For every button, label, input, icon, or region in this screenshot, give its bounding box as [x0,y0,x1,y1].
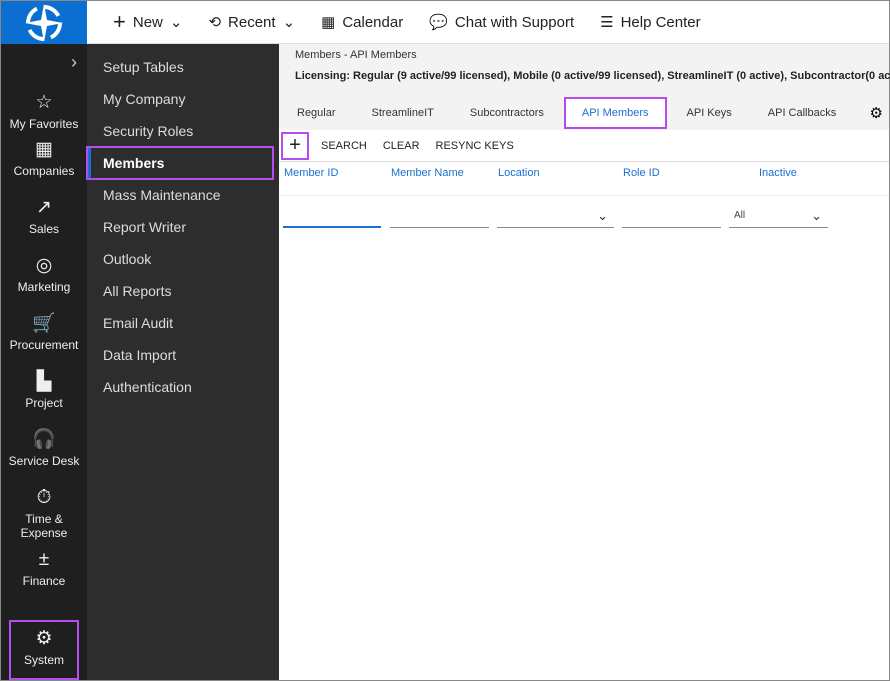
help-label: Help Center [620,13,701,31]
nav-icon: ⏱ [36,487,52,508]
gear-icon[interactable]: ⚙ [870,104,883,122]
nav-sales[interactable]: ↗ Sales [1,197,87,236]
nav-label: My Favorites [9,117,79,131]
nav-label: Time & Expense [20,512,68,540]
calendar-icon: ▦ [321,14,336,31]
nav-label: Companies [13,164,75,178]
tab-api-callbacks[interactable]: API Callbacks [750,97,854,129]
chevron-down-icon: ⌄ [597,208,608,223]
system-submenu: Setup Tables My Company Security Roles Memb… [86,44,279,680]
submenu-data-import[interactable]: Data Import [87,339,279,371]
toolbar: + SEARCH CLEAR RESYNC KEYS [279,130,889,162]
nav-service-desk[interactable]: 🎧 Service Desk [1,429,87,468]
submenu-security-roles[interactable]: Security Roles [87,115,279,147]
nav-label: Service Desk [8,454,80,468]
column-headers: Member ID Member Name Location Role ID I… [279,162,889,196]
submenu-authentication[interactable]: Authentication [87,371,279,403]
nav-icon: ± [38,549,50,570]
nav-icon: 🎧 [32,429,56,450]
tab-bar: Regular StreamlineIT Subcontractors API … [279,96,889,130]
nav-icon: ☆ [35,92,53,113]
role-id-filter[interactable] [622,206,721,228]
tab-api-members[interactable]: API Members [563,97,667,129]
submenu-all-reports[interactable]: All Reports [87,275,279,307]
clear-button[interactable]: CLEAR [383,140,420,152]
chat-support-button[interactable]: 💬 Chat with Support [429,13,575,32]
nav-icon: ▙ [36,371,52,392]
tab-streamlineit[interactable]: StreamlineIT [354,97,452,129]
nav-label: Sales [28,222,60,236]
col-inactive[interactable]: Inactive [759,167,797,179]
calendar-button[interactable]: ▦ Calendar [321,13,404,32]
location-filter[interactable]: ⌄ [497,206,614,228]
history-icon: ⟲ [208,14,222,31]
app-logo[interactable] [1,1,87,44]
nav-icon: ▦ [35,139,53,160]
nav-finance[interactable]: ± Finance [1,549,87,588]
col-member-name[interactable]: Member Name [391,167,464,179]
nav-label: Marketing [17,280,71,294]
chevron-down-icon: ⌄ [282,14,296,31]
nav-system[interactable]: ⚙ System [9,620,79,680]
member-name-filter[interactable] [390,206,489,228]
inactive-filter-value: All [734,210,746,221]
resync-keys-button[interactable]: RESYNC KEYS [436,140,514,152]
top-bar: + New ⌄ ⟲ Recent ⌄ ▦ Calendar 💬 Chat with Supp… [87,1,889,44]
add-button[interactable]: + [281,131,309,160]
nav-icon: ↗ [36,197,52,218]
submenu-my-company[interactable]: My Company [87,83,279,115]
col-role-id[interactable]: Role ID [623,167,660,179]
submenu-setup-tables[interactable]: Setup Tables [87,51,279,83]
recent-button[interactable]: ⟲ Recent ⌄ [208,13,296,32]
chat-label: Chat with Support [454,13,575,31]
breadcrumb: Members - API Members [295,49,417,61]
submenu-outlook[interactable]: Outlook [87,243,279,275]
tab-api-keys[interactable]: API Keys [669,97,750,129]
new-label: New [132,13,163,31]
nav-label: Finance [22,574,66,588]
submenu-mass-maintenance[interactable]: Mass Maintenance [87,179,279,211]
expand-chevron-icon[interactable]: › [71,52,77,73]
inactive-filter[interactable]: All ⌄ [729,206,828,228]
licensing-info: Licensing: Regular (9 active/99 licensed… [295,70,890,82]
col-location[interactable]: Location [498,167,540,179]
submenu-email-audit[interactable]: Email Audit [87,307,279,339]
nav-procurement[interactable]: 🛒 Procurement [1,313,87,352]
nav-marketing[interactable]: ◎ Marketing [1,255,87,294]
plus-icon: + [113,9,126,34]
nav-my-favorites[interactable]: ☆ My Favorites [1,92,87,131]
nav-icon: 🛒 [32,313,56,334]
nav-companies[interactable]: ▦ Companies [1,139,87,178]
submenu-members[interactable]: Members [86,146,274,180]
calendar-label: Calendar [342,13,404,31]
col-member-id[interactable]: Member ID [284,167,338,179]
member-id-filter[interactable] [283,206,381,228]
help-icon: ☰ [600,14,614,31]
submenu-report-writer[interactable]: Report Writer [87,211,279,243]
tab-subcontractors[interactable]: Subcontractors [452,97,562,129]
help-center-button[interactable]: ☰ Help Center [600,13,701,32]
chevron-down-icon: ⌄ [811,208,822,223]
tab-regular[interactable]: Regular [279,97,354,129]
nav-icon: ⚙ [35,628,53,649]
nav-icon: ◎ [35,255,53,276]
new-button[interactable]: + New ⌄ [113,9,182,35]
nav-time-expense[interactable]: ⏱ Time & Expense [1,487,87,540]
nav-label: System [23,653,64,667]
nav-label: Project [25,396,63,410]
search-button[interactable]: SEARCH [321,140,367,152]
chevron-down-icon: ⌄ [169,14,183,31]
nav-label: Procurement [9,338,79,352]
main-nav-rail: › ☆ My Favorites ▦ Companies ↗ Sales ◎ Marketin… [1,44,87,680]
nav-project[interactable]: ▙ Project [1,371,87,410]
recent-label: Recent [228,13,276,31]
chat-icon: 💬 [429,14,448,31]
main-content: Members - API Members Licensing: Regular… [279,44,890,680]
compass-logo-icon [25,3,63,42]
